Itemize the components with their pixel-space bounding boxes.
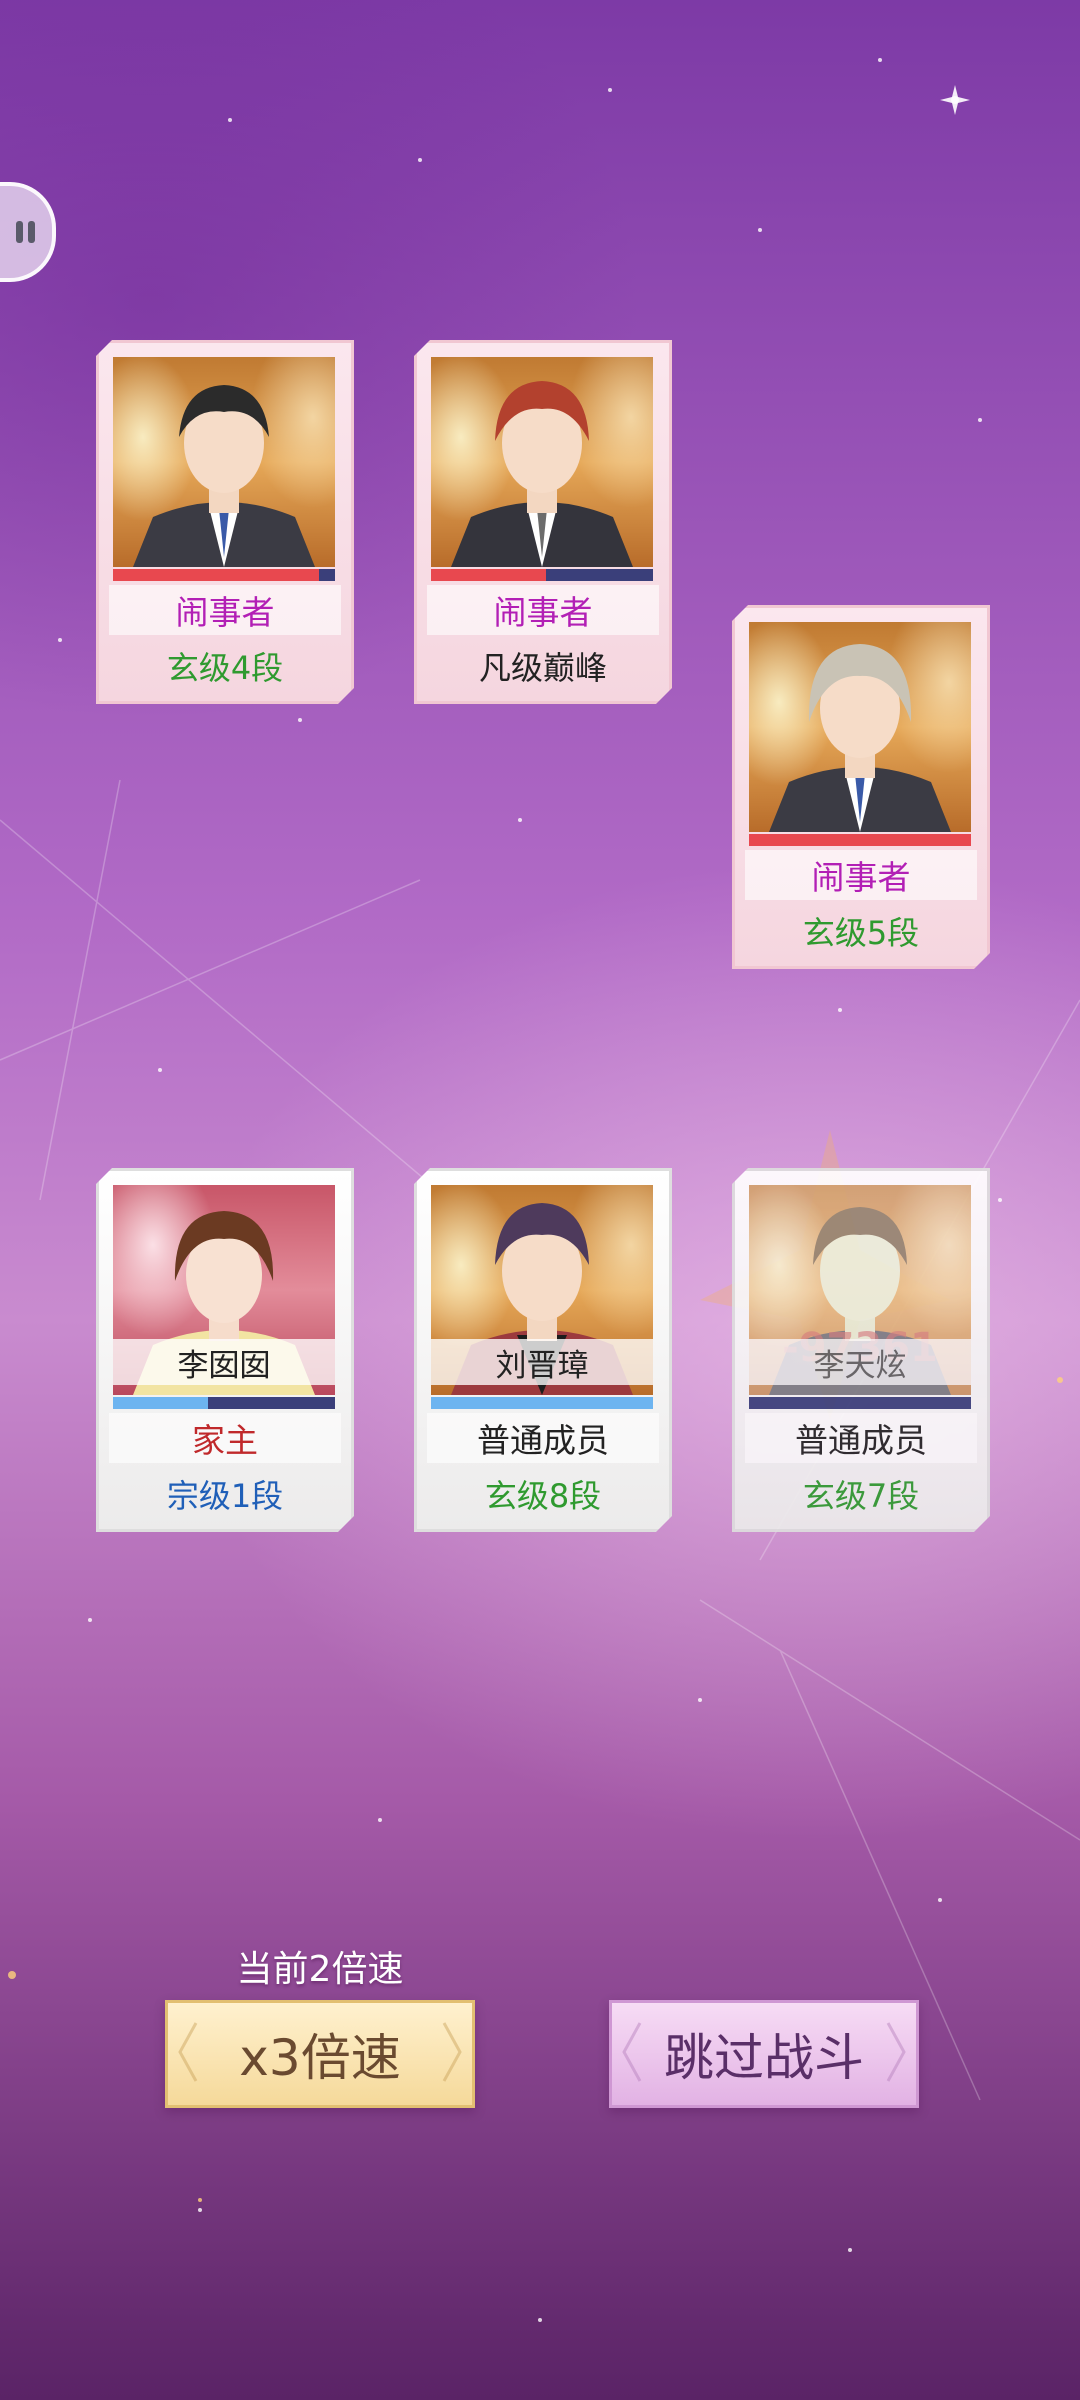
enemy-role-2: 闹事者 xyxy=(427,585,659,635)
ally-name-2: 刘晋璋 xyxy=(431,1339,653,1385)
chevron-right-icon xyxy=(886,2022,906,2082)
enemy-portrait-1 xyxy=(113,357,335,567)
enemy-hp-bar-3 xyxy=(749,834,971,846)
battle-screen: 闹事者 玄级4段 闹事者 凡级巅峰 闹事者 玄级5段 李囡囡 家主 宗级1段 刘… xyxy=(0,0,1080,2400)
chevron-right-icon xyxy=(442,2022,462,2082)
ally-rank-3: 玄级7段 xyxy=(802,1477,920,1515)
chevron-left-icon xyxy=(178,2022,198,2082)
ally-rank-1: 宗级1段 xyxy=(166,1477,284,1515)
enemy-card-2[interactable]: 闹事者 凡级巅峰 xyxy=(414,340,672,704)
ally-card-3[interactable]: -97361 李天炫 普通成员 玄级7段 xyxy=(732,1168,990,1532)
ally-name-1: 李囡囡 xyxy=(113,1339,335,1385)
ally-hp-bar-2 xyxy=(431,1397,653,1409)
current-speed-label: 当前2倍速 xyxy=(236,1949,404,1990)
enemy-rank-1: 玄级4段 xyxy=(166,649,284,687)
chevron-left-icon xyxy=(622,2022,642,2082)
ally-portrait-2: 刘晋璋 xyxy=(431,1185,653,1395)
enemy-rank-2: 凡级巅峰 xyxy=(478,649,607,687)
ally-role-2: 普通成员 xyxy=(427,1413,659,1463)
ally-hp-bar-1 xyxy=(113,1397,335,1409)
enemy-role-1: 闹事者 xyxy=(109,585,341,635)
ally-name-3: 李天炫 xyxy=(749,1339,971,1385)
ally-hp-bar-3 xyxy=(749,1397,971,1409)
ally-portrait-1: 李囡囡 xyxy=(113,1185,335,1395)
ally-role-3: 普通成员 xyxy=(745,1413,977,1463)
enemy-portrait-2 xyxy=(431,357,653,567)
enemy-rank-3: 玄级5段 xyxy=(802,914,920,952)
pause-icon xyxy=(16,221,35,243)
ally-portrait-3: -97361 李天炫 xyxy=(749,1185,971,1395)
enemy-card-3[interactable]: 闹事者 玄级5段 xyxy=(732,605,990,969)
enemy-hp-bar-1 xyxy=(113,569,335,581)
enemy-portrait-3 xyxy=(749,622,971,832)
enemy-card-1[interactable]: 闹事者 玄级4段 xyxy=(96,340,354,704)
enemy-role-3: 闹事者 xyxy=(745,850,977,900)
ally-rank-2: 玄级8段 xyxy=(484,1477,602,1515)
ally-role-1: 家主 xyxy=(109,1413,341,1463)
ally-card-2[interactable]: 刘晋璋 普通成员 玄级8段 xyxy=(414,1168,672,1532)
skip-battle-label: 跳过战斗 xyxy=(664,2029,864,2087)
ally-card-1[interactable]: 李囡囡 家主 宗级1段 xyxy=(96,1168,354,1532)
enemy-hp-bar-2 xyxy=(431,569,653,581)
speed-x3-label: x3倍速 xyxy=(239,2029,401,2087)
speed-x3-button[interactable]: x3倍速 xyxy=(165,2000,475,2108)
skip-battle-button[interactable]: 跳过战斗 xyxy=(609,2000,919,2108)
